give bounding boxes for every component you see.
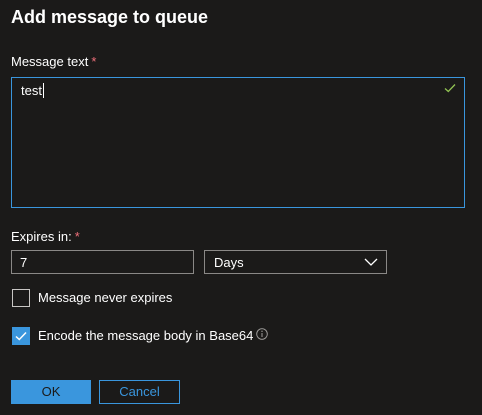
never-expires-checkbox[interactable] [12,289,30,307]
expires-in-label-text: Expires in: [11,229,72,244]
required-marker: * [91,54,97,69]
expires-value: 7 [20,255,28,270]
expires-in-label: Expires in: * [11,229,80,244]
dialog-title: Add message to queue [11,7,209,27]
chevron-down-icon [364,258,378,266]
expires-unit-value: Days [214,255,244,270]
message-text-input[interactable]: test [11,77,465,208]
message-text-label-text: Message text [11,54,89,69]
ok-button[interactable]: OK [11,380,91,404]
message-text-label: Message text * [11,54,96,69]
text-caret [42,83,44,98]
required-marker: * [74,229,80,244]
info-icon[interactable] [256,328,268,340]
message-text-value: test [21,83,42,98]
checkbox-check-icon [15,331,27,341]
message-text-value-wrap: test [21,83,44,98]
expires-unit-dropdown[interactable]: Days [204,250,387,274]
base64-checkbox[interactable] [12,327,30,345]
add-message-dialog: Add message to queue Message text * test … [0,0,482,415]
cancel-button[interactable]: Cancel [99,380,180,404]
never-expires-label[interactable]: Message never expires [38,290,172,305]
expires-value-input[interactable]: 7 [11,250,194,274]
checkmark-icon [444,84,456,93]
base64-label[interactable]: Encode the message body in Base64 [38,328,253,343]
